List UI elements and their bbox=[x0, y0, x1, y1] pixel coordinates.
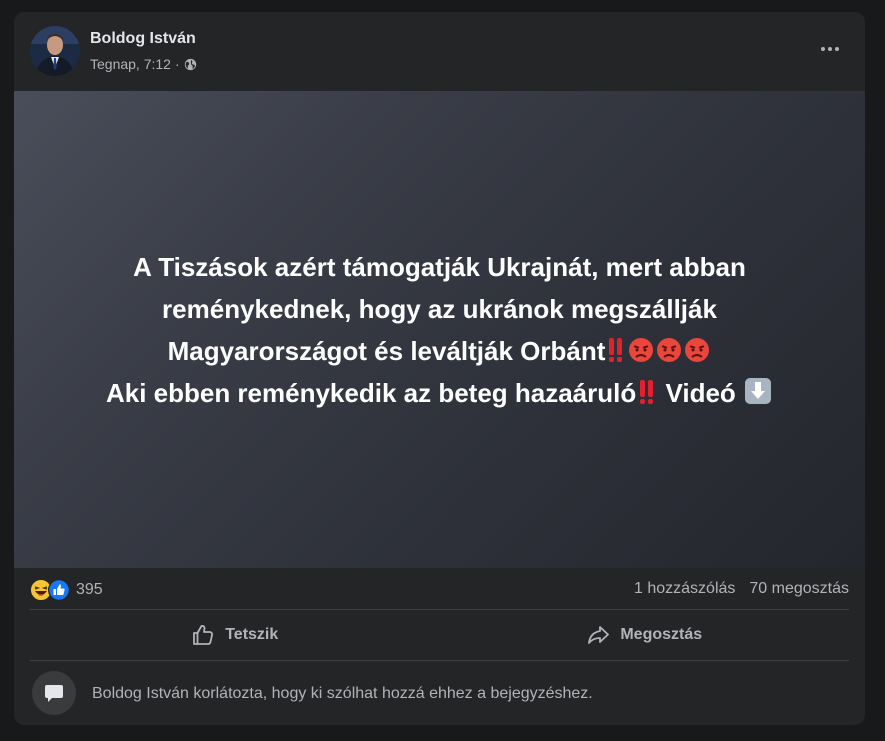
post-header: Boldog István Tegnap, 7:12 · bbox=[14, 12, 865, 91]
comment-count[interactable]: 1 hozzászólás bbox=[634, 580, 735, 598]
post-meta: Tegnap, 7:12 · bbox=[90, 56, 197, 72]
post-time[interactable]: Tegnap, 7:12 bbox=[90, 56, 171, 72]
post-actions: Tetszik Megosztás bbox=[30, 610, 849, 659]
post-text-line-2: reménykednek, hogy az ukránok megszálljá… bbox=[162, 293, 717, 324]
author-avatar[interactable] bbox=[30, 26, 80, 76]
thumbs-up-icon bbox=[193, 624, 214, 645]
meta-separator: · bbox=[174, 56, 180, 72]
like-button[interactable]: Tetszik bbox=[30, 610, 440, 659]
more-options-icon[interactable] bbox=[815, 38, 845, 60]
share-arrow-icon bbox=[588, 625, 610, 644]
share-count[interactable]: 70 megosztás bbox=[749, 580, 849, 598]
engagement-stats: 1 hozzászólás 70 megosztás bbox=[634, 580, 849, 598]
like-label: Tetszik bbox=[225, 625, 279, 643]
comment-bubble-icon bbox=[32, 671, 76, 715]
post-text-line-1: A Tiszások azért támogatják Ukrajnát, me… bbox=[133, 251, 746, 282]
angry-face-icon bbox=[685, 337, 710, 362]
post-card: Boldog István Tegnap, 7:12 · A Tiszások … bbox=[14, 12, 865, 725]
author-name[interactable]: Boldog István bbox=[90, 30, 196, 48]
share-button[interactable]: Megosztás bbox=[440, 610, 850, 659]
post-text-line-4: Aki ebben reménykedik az beteg hazaáruló… bbox=[40, 372, 840, 414]
down-arrow-icon bbox=[745, 377, 772, 404]
angry-face-icon bbox=[657, 337, 682, 362]
globe-icon[interactable] bbox=[184, 58, 197, 71]
comment-restriction-notice: Boldog István korlátozta, hogy ki szólha… bbox=[14, 661, 865, 725]
double-exclamation-icon bbox=[609, 337, 623, 362]
angry-face-icon bbox=[629, 337, 654, 362]
restriction-text: Boldog István korlátozta, hogy ki szólha… bbox=[92, 685, 593, 702]
post-media[interactable]: A Tiszások azért támogatják Ukrajnát, me… bbox=[14, 91, 865, 568]
post-text: A Tiszások azért támogatják Ukrajnát, me… bbox=[40, 246, 840, 414]
avatar-image bbox=[30, 26, 80, 76]
reaction-summary[interactable]: 395 bbox=[30, 579, 103, 601]
post-stats: 395 1 hozzászólás 70 megosztás bbox=[14, 568, 865, 609]
reaction-count[interactable]: 395 bbox=[76, 581, 103, 599]
share-label: Megosztás bbox=[620, 625, 703, 643]
post-text-line-3: Magyarországot és leváltják Orbánt bbox=[40, 330, 840, 372]
like-reaction-icon bbox=[48, 579, 70, 601]
double-exclamation-icon bbox=[640, 379, 654, 404]
